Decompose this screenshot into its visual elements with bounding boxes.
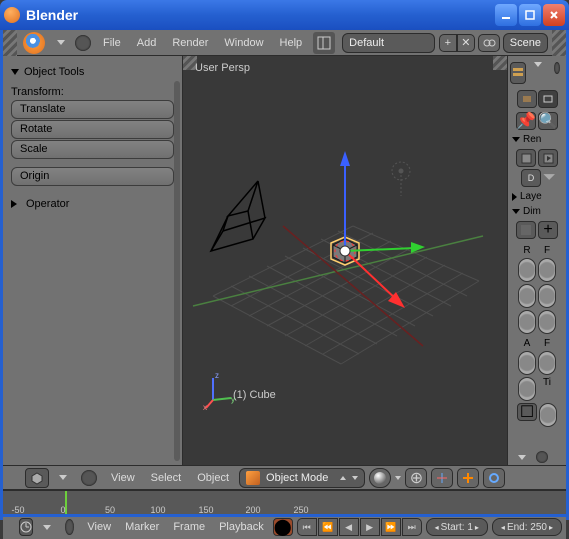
- manipulator-toggle[interactable]: [431, 468, 453, 488]
- camera-tab-icon[interactable]: [538, 90, 558, 108]
- menu-add[interactable]: Add: [129, 30, 165, 56]
- prev-keyframe-button[interactable]: ⏪: [318, 518, 338, 536]
- end-frame-field[interactable]: ◂End: 250▸: [492, 518, 562, 536]
- delete-screen-button[interactable]: ✕: [457, 34, 475, 52]
- corner-drag-handle[interactable]: [513, 465, 527, 490]
- origin-button[interactable]: Origin: [11, 167, 174, 186]
- close-button[interactable]: [543, 4, 565, 26]
- timecode-slider[interactable]: [539, 403, 557, 427]
- object-tools-header[interactable]: Object Tools: [11, 66, 178, 78]
- resolution-x-slider[interactable]: [518, 258, 536, 282]
- blender-logo-icon[interactable]: [23, 32, 45, 54]
- corner-drag-handle[interactable]: [3, 30, 17, 56]
- window-title: Blender: [26, 7, 495, 23]
- timeline-view-menu[interactable]: View: [82, 521, 116, 533]
- resolution-pct-slider[interactable]: [518, 310, 536, 334]
- object-menu[interactable]: Object: [191, 472, 235, 484]
- render-image-button[interactable]: [516, 149, 536, 167]
- collapse-menus-button[interactable]: [81, 470, 97, 486]
- manipulator-rotate-icon[interactable]: [483, 468, 505, 488]
- menu-render[interactable]: Render: [164, 30, 216, 56]
- scene-browse-icon[interactable]: [478, 34, 500, 52]
- shading-dropdown[interactable]: [369, 468, 391, 488]
- auto-keyframe-button[interactable]: ⬤: [273, 518, 293, 536]
- timeline-playback-menu[interactable]: Playback: [214, 521, 269, 533]
- timeline-marker-menu[interactable]: Marker: [120, 521, 164, 533]
- fps-slider[interactable]: [538, 351, 556, 375]
- properties-panel: 📌 🔍 Ren D ⏷ Laye Dim + R F: [507, 56, 566, 465]
- play-button[interactable]: ▶: [360, 518, 380, 536]
- render-tab-icon[interactable]: [517, 90, 537, 108]
- screen-layout-icon[interactable]: [313, 32, 335, 54]
- add-screen-button[interactable]: +: [439, 34, 457, 52]
- collapse-button[interactable]: [536, 451, 548, 463]
- aspect-y-slider[interactable]: [518, 377, 536, 401]
- screen-layout-name: Default: [349, 37, 428, 49]
- minimize-button[interactable]: [495, 4, 517, 26]
- menu-file[interactable]: File: [95, 30, 129, 56]
- corner-drag-handle[interactable]: [552, 30, 566, 56]
- editor-type-dropdown[interactable]: [43, 525, 51, 530]
- object-mode-icon: [246, 471, 260, 485]
- operator-header[interactable]: Operator: [11, 198, 178, 210]
- app-icon: [4, 7, 20, 23]
- editor-type-dropdown[interactable]: [57, 40, 65, 45]
- svg-text:z: z: [215, 371, 219, 380]
- display-dropdown[interactable]: D: [521, 169, 541, 187]
- scale-button[interactable]: Scale: [11, 140, 174, 159]
- pivot-dropdown[interactable]: ⊕: [405, 468, 427, 488]
- timeline-editor-icon[interactable]: [19, 518, 33, 536]
- transform-label: Transform:: [11, 86, 178, 98]
- pin-icon[interactable]: 📌: [516, 112, 536, 130]
- play-reverse-button[interactable]: ◀: [339, 518, 359, 536]
- jump-end-button[interactable]: ⏭: [402, 518, 422, 536]
- maximize-button[interactable]: [519, 4, 541, 26]
- framerate-slider[interactable]: [538, 258, 556, 282]
- frame-step-slider[interactable]: [538, 310, 556, 334]
- jump-start-button[interactable]: ⏮: [297, 518, 317, 536]
- view-menu[interactable]: View: [105, 472, 141, 484]
- dimensions-section-header[interactable]: Dim: [510, 204, 564, 219]
- outliner-icon[interactable]: [510, 62, 526, 84]
- viewport-scene: [183, 56, 503, 416]
- aspect-x-slider[interactable]: [518, 351, 536, 375]
- context-icon[interactable]: 🔍: [538, 112, 558, 130]
- preset-add-icon[interactable]: +: [538, 221, 558, 239]
- mode-dropdown[interactable]: Object Mode: [239, 468, 365, 488]
- editor-type-dropdown[interactable]: [59, 475, 67, 480]
- start-frame-field[interactable]: ◂Start: 1▸: [426, 518, 488, 536]
- svg-text:y: y: [231, 395, 235, 404]
- collapse-menus-button[interactable]: [75, 35, 91, 51]
- rotate-button[interactable]: Rotate: [11, 120, 174, 139]
- render-section-header[interactable]: Ren: [510, 132, 564, 147]
- resolution-y-slider[interactable]: [518, 284, 536, 308]
- screen-layout-dropdown[interactable]: Default: [342, 33, 435, 53]
- scene-dropdown[interactable]: Scene: [503, 33, 548, 53]
- collapse-menus-button[interactable]: [65, 519, 74, 535]
- next-keyframe-button[interactable]: ⏩: [381, 518, 401, 536]
- editor-type-dropdown[interactable]: [518, 455, 526, 460]
- editor-type-dropdown[interactable]: [534, 62, 542, 67]
- 3dview-editor-icon[interactable]: [25, 468, 49, 488]
- menu-window[interactable]: Window: [216, 30, 271, 56]
- render-anim-button[interactable]: [538, 149, 558, 167]
- corner-drag-handle[interactable]: [7, 465, 21, 490]
- timeline[interactable]: -50 0 50 100 150 200 250: [3, 490, 566, 515]
- corner-drag-handle[interactable]: [7, 515, 15, 539]
- mini-axis-icon: z y x: [203, 370, 243, 410]
- manipulator-translate-icon[interactable]: [457, 468, 479, 488]
- border-checkbox[interactable]: ☐: [517, 403, 537, 421]
- toolshelf-scrollbar[interactable]: [174, 81, 180, 461]
- translate-button[interactable]: Translate: [11, 100, 174, 119]
- timeline-frame-menu[interactable]: Frame: [168, 521, 210, 533]
- select-menu[interactable]: Select: [145, 472, 188, 484]
- 3d-viewport[interactable]: User Persp: [183, 56, 507, 465]
- svg-text:x: x: [203, 403, 207, 410]
- frame-end-slider[interactable]: [538, 284, 556, 308]
- layers-section-header[interactable]: Laye: [510, 189, 564, 204]
- preset-dropdown-icon[interactable]: [516, 221, 536, 239]
- collapse-button[interactable]: [554, 62, 560, 74]
- menu-help[interactable]: Help: [272, 30, 311, 56]
- tool-shelf: Object Tools Transform: Translate Rotate…: [3, 56, 183, 465]
